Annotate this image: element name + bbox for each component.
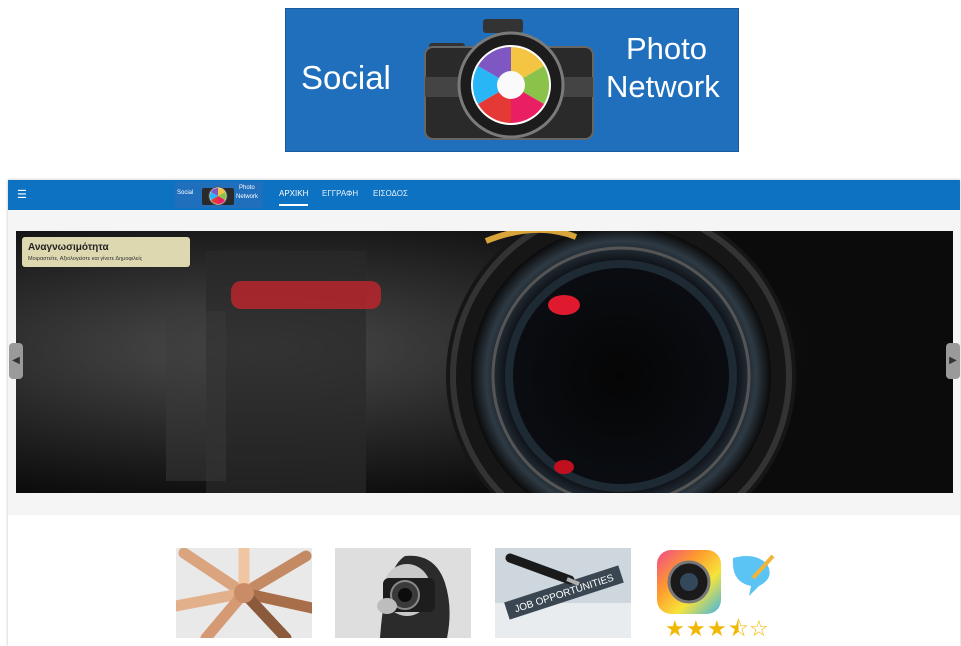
features-section: JOB OPPORTUNITIES ★ ★ ★ ⯪ ☆ xyxy=(8,515,960,646)
logo-word-network: Network xyxy=(606,69,720,104)
hero-carousel[interactable]: Αναγνωσιμότητα Μοιραστείτε, Αξιολογείστε… xyxy=(16,231,953,493)
slide-caption: Αναγνωσιμότητα Μοιραστείτε, Αξιολογείστε… xyxy=(22,237,190,267)
nav-link-home[interactable]: ΑΡΧΙΚΗ xyxy=(279,189,309,206)
brand-logo-banner: Social Photo Network xyxy=(285,8,739,152)
navbar-logo-photo: Photo xyxy=(239,185,255,191)
chevron-right-icon[interactable]: ▶ xyxy=(946,343,960,379)
app-window: ☰ Social Photo Network ΑΡΧΙΚΗ ΕΓΓΡΑΦΗ ΕΙ… xyxy=(8,180,960,646)
photographer-image[interactable] xyxy=(335,548,471,638)
camera-lens-slide-image xyxy=(16,231,953,493)
hamburger-icon[interactable]: ☰ xyxy=(17,188,27,201)
rating-app-image[interactable]: ★ ★ ★ ⯪ ☆ xyxy=(655,548,791,638)
star-filled-icon: ★ xyxy=(686,617,706,638)
navbar-logo-social: Social xyxy=(177,190,194,196)
nav-link-register[interactable]: ΕΓΓΡΑΦΗ xyxy=(322,189,358,198)
star-filled-icon: ★ xyxy=(665,617,685,638)
chevron-left-icon[interactable]: ◀ xyxy=(9,343,23,379)
star-filled-icon: ★ xyxy=(707,617,727,638)
navbar-logo[interactable]: Social Photo Network xyxy=(175,182,263,208)
community-hands-image[interactable] xyxy=(176,548,312,638)
star-rating: ★ ★ ★ ⯪ ☆ xyxy=(665,617,769,638)
star-empty-icon: ☆ xyxy=(749,617,769,638)
camera-aperture-icon xyxy=(202,186,234,206)
top-navbar: ☰ Social Photo Network ΑΡΧΙΚΗ ΕΓΓΡΑΦΗ ΕΙ… xyxy=(8,180,960,210)
logo-word-photo: Photo xyxy=(626,31,708,66)
logo-word-social: Social xyxy=(301,59,391,96)
caption-text: Μοιραστείτε, Αξιολογείστε και γίνετε Δημ… xyxy=(28,256,143,262)
star-half-icon: ⯪ xyxy=(728,617,749,638)
camera-aperture-icon xyxy=(424,19,594,140)
nav-link-login[interactable]: ΕΙΣΟΔΟΣ xyxy=(373,189,408,198)
navbar-logo-network: Network xyxy=(236,194,259,200)
job-opportunities-image[interactable]: JOB OPPORTUNITIES xyxy=(495,548,631,638)
caption-title: Αναγνωσιμότητα xyxy=(28,242,109,253)
